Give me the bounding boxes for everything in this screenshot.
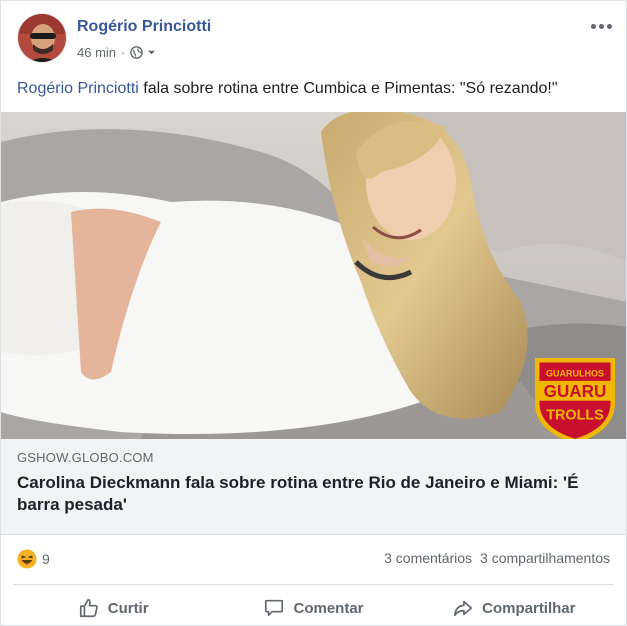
reactions-summary[interactable]: 9 (17, 549, 50, 569)
more-dot (590, 23, 596, 29)
actions-divider (13, 584, 614, 585)
avatar-photo (18, 14, 66, 62)
post-text-body: fala sobre rotina entre Cumbica e Piment… (138, 80, 558, 97)
comment-button[interactable]: Comentar (213, 589, 413, 625)
share-label: Compartilhar (482, 599, 576, 617)
reaction-count: 9 (42, 551, 50, 567)
share-icon (454, 600, 473, 617)
more-options-button[interactable] (590, 19, 612, 33)
post-text: Rogério Princiotti fala sobre rotina ent… (17, 78, 614, 100)
link-domain: GSHOW.GLOBO.COM (17, 450, 154, 465)
like-label: Curtir (107, 599, 149, 617)
more-dot (598, 23, 604, 29)
share-button[interactable]: Compartilhar (414, 589, 614, 625)
comments-count[interactable]: 3 comentários (384, 550, 472, 566)
chevron-down-icon[interactable] (147, 48, 156, 57)
more-dot (606, 23, 612, 29)
post-time[interactable]: 46 min (77, 45, 116, 60)
post-card: Rogério Princiotti 46 min · Rogério Prin… (0, 0, 627, 626)
author-name[interactable]: Rogério Princiotti (77, 18, 211, 36)
meta-separator: · (121, 45, 126, 60)
link-preview-box[interactable]: GSHOW.GLOBO.COM Carolina Dieckmann fala … (1, 439, 626, 535)
like-button[interactable]: Curtir (13, 589, 213, 625)
post-header: Rogério Princiotti 46 min · (17, 13, 614, 65)
globe-icon[interactable] (130, 46, 144, 59)
post-stats: 9 3 comentários 3 compartilhamentos (17, 547, 610, 573)
engagement-counts: 3 comentários 3 compartilhamentos (384, 550, 610, 566)
guarulhos-trolls-logo: GUARULHOS GUARU TROLLS (534, 357, 616, 439)
shares-count[interactable]: 3 compartilhamentos (480, 550, 610, 566)
post-actions: Curtir Comentar Compartilhar (13, 589, 614, 625)
comment-label: Comentar (293, 599, 364, 617)
thumbs-up-icon (79, 598, 98, 618)
post-text-mention[interactable]: Rogério Princiotti (17, 80, 139, 97)
svg-text:TROLLS: TROLLS (546, 408, 604, 424)
link-preview-image[interactable]: GUARULHOS GUARU TROLLS (1, 112, 626, 439)
svg-text:GUARU: GUARU (544, 382, 607, 401)
link-headline[interactable]: Carolina Dieckmann fala sobre rotina ent… (17, 472, 598, 516)
haha-emoji-icon (17, 549, 37, 569)
comment-icon (265, 599, 284, 617)
svg-text:GUARULHOS: GUARULHOS (546, 368, 604, 378)
post-meta: 46 min · (77, 45, 156, 60)
author-avatar[interactable] (17, 13, 67, 63)
